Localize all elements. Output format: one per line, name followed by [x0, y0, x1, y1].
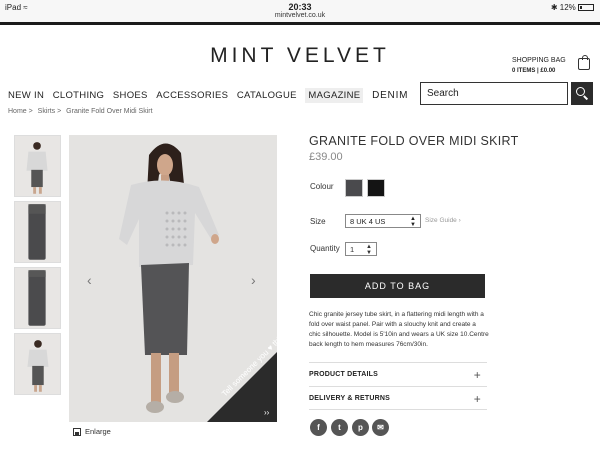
quantity-label: Quantity — [310, 244, 340, 253]
status-time: 20:33 — [288, 2, 312, 12]
nav-item-denim[interactable]: DENIM — [372, 90, 408, 101]
size-guide-link[interactable]: Size Guide › — [425, 217, 461, 224]
main-nav: NEW IN CLOTHING SHOES ACCESSORIES CATALO… — [8, 88, 414, 103]
product-price: £39.00 — [309, 151, 343, 163]
nav-item-shoes[interactable]: SHOES — [113, 90, 148, 101]
accordion-delivery-returns[interactable]: DELIVERY & RETURNS + — [309, 386, 487, 410]
battery-icon — [578, 4, 594, 12]
accordion-product-details[interactable]: PRODUCT DETAILS + — [309, 362, 487, 386]
thumbnail-skirt-back[interactable] — [14, 267, 61, 329]
shopping-bag-title: SHOPPING BAG — [512, 57, 566, 64]
enlarge-link[interactable]: Enlarge — [73, 427, 111, 437]
facebook-icon[interactable]: f — [310, 419, 327, 436]
size-label: Size — [310, 217, 326, 226]
enlarge-label: Enlarge — [85, 427, 111, 436]
add-to-bag-button[interactable]: ADD TO BAG — [310, 274, 485, 298]
site-logo[interactable]: MINT VELVET — [0, 44, 600, 68]
thumbnail-model-side[interactable] — [14, 333, 61, 395]
shopping-bag-icon[interactable] — [578, 55, 590, 70]
plus-icon: + — [473, 392, 481, 406]
shopping-bag-count: 0 ITEMS | £0.00 — [512, 68, 556, 74]
shopping-bag-summary[interactable]: SHOPPING BAG 0 ITEMS | £0.00 — [512, 56, 566, 76]
nav-item-catalogue[interactable]: CATALOGUE — [237, 90, 297, 101]
pinterest-icon[interactable]: p — [352, 419, 369, 436]
share-arrows-icon[interactable]: ›› — [264, 408, 269, 417]
size-select[interactable]: 8 UK 4 US ▲ ▼ — [345, 214, 421, 228]
breadcrumb-home[interactable]: Home > — [8, 108, 33, 115]
nav-item-clothing[interactable]: CLOTHING — [53, 90, 105, 101]
accordion-delivery-returns-label: DELIVERY & RETURNS — [309, 395, 390, 402]
thumbnail-skirt-front[interactable] — [14, 201, 61, 263]
colour-label: Colour — [310, 182, 334, 191]
status-bar: iPad ≈ 20:33 mintvelvet.co.uk ✱ 12% — [0, 0, 600, 22]
email-icon[interactable]: ✉ — [372, 419, 389, 436]
quantity-select[interactable]: 1 ▲ ▼ — [345, 242, 377, 256]
nav-item-magazine[interactable]: MAGAZINE — [305, 88, 364, 103]
plus-icon: + — [473, 368, 481, 382]
nav-item-accessories[interactable]: ACCESSORIES — [156, 90, 228, 101]
quantity-value: 1 — [350, 245, 355, 254]
enlarge-icon — [73, 428, 81, 437]
select-chevron-icon: ▲ ▼ — [366, 244, 372, 256]
share-corner-banner[interactable] — [69, 135, 277, 422]
twitter-icon[interactable]: t — [331, 419, 348, 436]
battery-indicator: ✱ 12% — [551, 3, 594, 12]
swatch-black[interactable] — [367, 179, 385, 197]
accordion-product-details-label: PRODUCT DETAILS — [309, 371, 378, 378]
breadcrumb: Home > Skirts > Granite Fold Over Midi S… — [8, 108, 156, 115]
top-divider — [0, 22, 600, 25]
thumbnail-model-front[interactable] — [14, 135, 61, 197]
product-title: GRANITE FOLD OVER MIDI SKIRT — [309, 134, 519, 148]
swatch-granite[interactable] — [345, 179, 363, 197]
breadcrumb-current: Granite Fold Over Midi Skirt — [66, 108, 153, 115]
select-chevron-icon: ▲ ▼ — [410, 216, 416, 228]
nav-item-new-in[interactable]: NEW IN — [8, 90, 44, 101]
product-description: Chic granite jersey tube skirt, in a fla… — [309, 311, 489, 348]
search-icon[interactable] — [571, 82, 593, 105]
search-input[interactable]: Search — [420, 82, 568, 105]
breadcrumb-skirts[interactable]: Skirts > — [38, 108, 62, 115]
address-url[interactable]: mintvelvet.co.uk — [0, 12, 600, 19]
size-select-value: 8 UK 4 US — [350, 217, 386, 226]
